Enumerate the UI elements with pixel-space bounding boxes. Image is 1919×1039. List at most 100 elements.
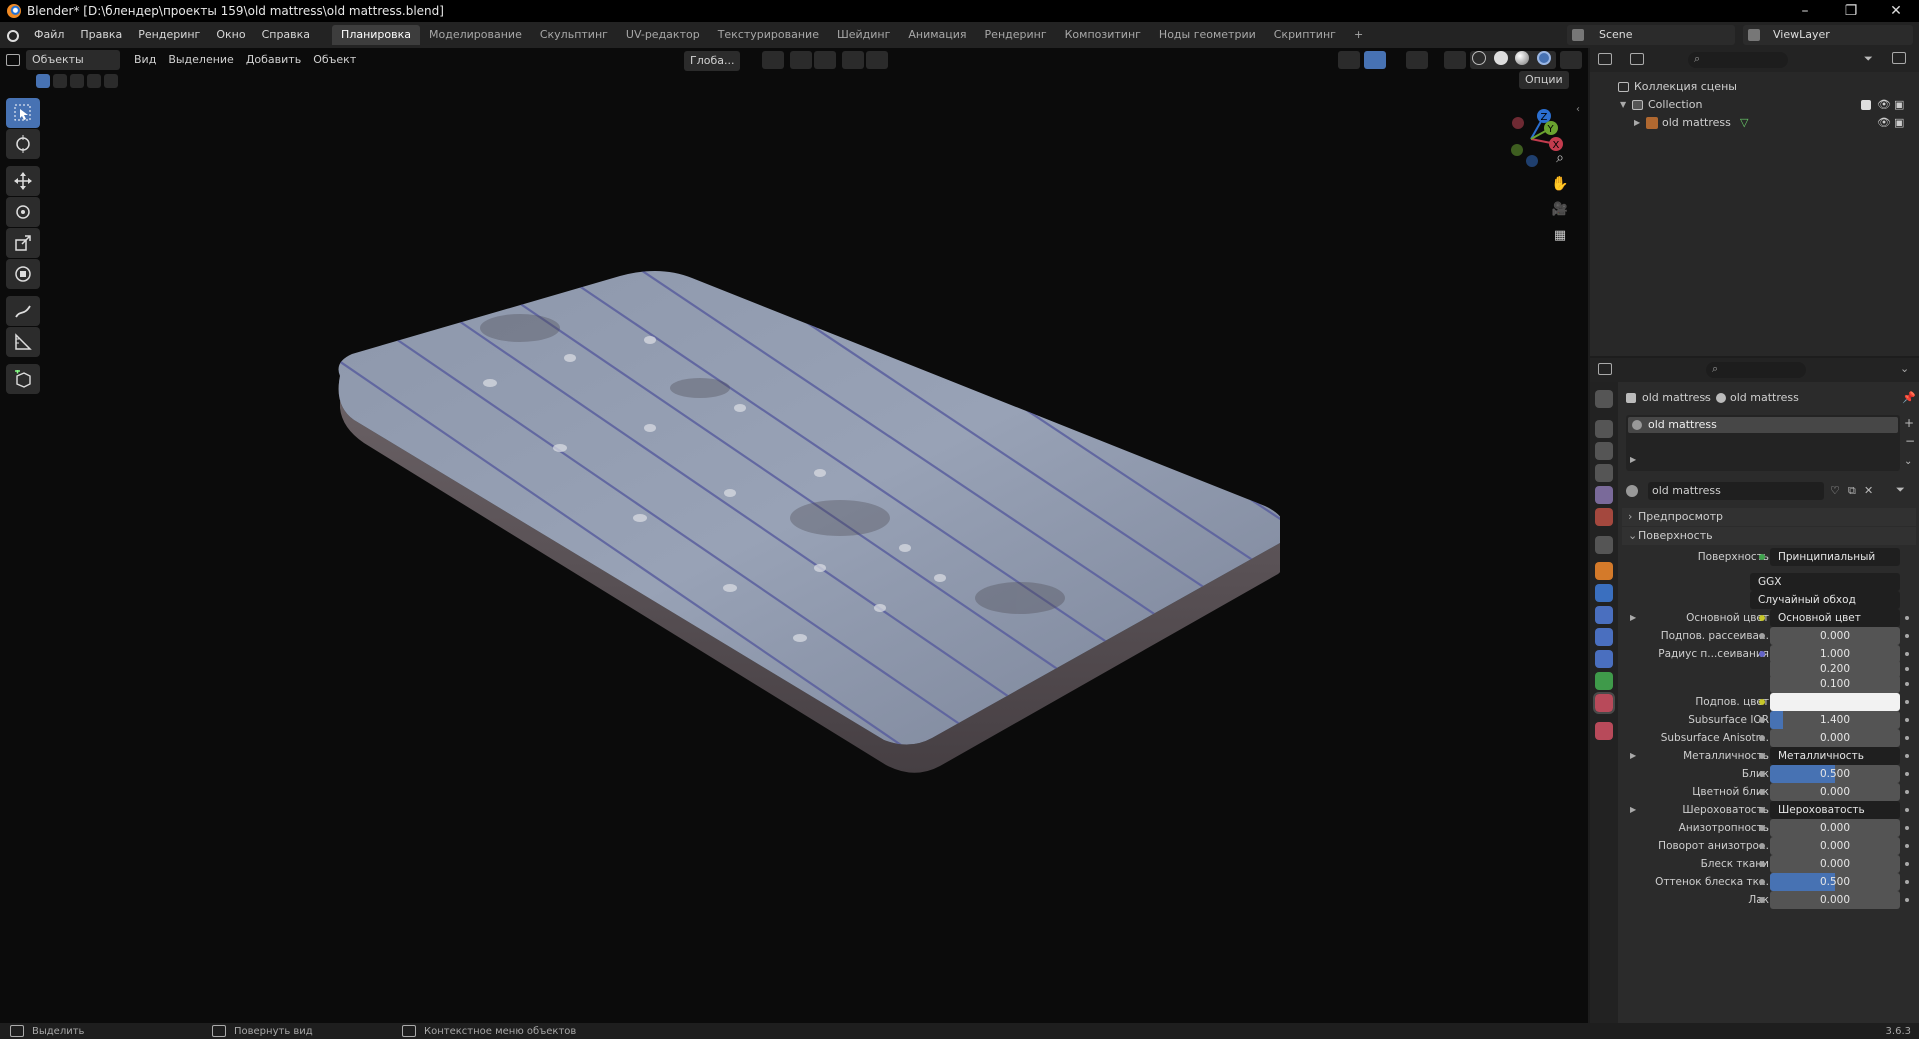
param-number-field[interactable]: 0.000	[1770, 783, 1900, 801]
param-socket-dot[interactable]	[1759, 717, 1765, 723]
material-slot-item[interactable]: old mattress	[1628, 417, 1898, 433]
constraints-tab-icon[interactable]	[1595, 650, 1613, 668]
expand-chevron-icon[interactable]: ▶	[1630, 455, 1636, 464]
maximize-button[interactable]: ❐	[1828, 0, 1874, 22]
select-box-tool[interactable]	[6, 98, 40, 128]
render-tab-icon[interactable]	[1595, 420, 1613, 438]
mode-selector[interactable]: Объекты	[26, 50, 120, 70]
close-window-button[interactable]: ✕	[1873, 0, 1919, 22]
scene-tab-icon[interactable]	[1595, 486, 1613, 504]
visibility-eye-icon[interactable]: 👁	[1877, 114, 1891, 132]
zoom-icon[interactable]: ⌕	[1548, 146, 1572, 170]
collection-tab-icon[interactable]	[1595, 536, 1613, 554]
workspace-tab-scripting[interactable]: Скриптинг	[1265, 25, 1345, 45]
material-tab-icon[interactable]	[1593, 692, 1615, 714]
param-number-field[interactable]: 0.000	[1770, 855, 1900, 873]
options-dropdown[interactable]: Опции	[1519, 71, 1569, 89]
remove-slot-icon[interactable]: −	[1905, 434, 1915, 448]
perspective-grid-icon[interactable]: ▦	[1548, 224, 1572, 248]
surface-shader-field[interactable]: Принципиальный BSDF	[1770, 548, 1900, 566]
menu-view[interactable]: Вид	[128, 50, 162, 70]
pivot-point-button[interactable]	[762, 51, 784, 69]
param-number-field[interactable]: 0.000	[1770, 627, 1900, 645]
keyframe-dot-icon[interactable]	[1905, 616, 1909, 620]
data-tab-icon[interactable]	[1595, 672, 1613, 690]
properties-search-input[interactable]: ⌕	[1706, 362, 1806, 378]
filter-icon[interactable]: ⏷	[1864, 52, 1873, 66]
outliner-row-scene-collection[interactable]: Коллекция сцены	[1590, 78, 1919, 96]
param-socket-dot[interactable]	[1759, 651, 1765, 657]
wireframe-shading-icon[interactable]	[1472, 51, 1486, 65]
menu-help[interactable]: Справка	[254, 25, 318, 45]
material-name-field[interactable]: old mattress	[1648, 482, 1824, 500]
pause-render-button[interactable]	[1560, 51, 1582, 69]
workspace-tab-animation[interactable]: Анимация	[899, 25, 975, 45]
shader-socket-dot[interactable]	[1759, 554, 1765, 560]
param-socket-dot[interactable]	[1759, 825, 1765, 831]
render-camera-icon[interactable]: ▣	[1894, 114, 1904, 132]
distribution-dropdown[interactable]: GGX	[1750, 573, 1900, 591]
workspace-tab-compositing[interactable]: Композитинг	[1056, 25, 1150, 45]
keyframe-dot-icon[interactable]	[1905, 808, 1909, 812]
add-slot-icon[interactable]: +	[1904, 416, 1914, 430]
keyframe-dot-icon[interactable]	[1905, 898, 1909, 902]
view-layer-tab-icon[interactable]	[1595, 464, 1613, 482]
param-socket-dot[interactable]	[1759, 897, 1765, 903]
outliner-search-input[interactable]: ⌕	[1688, 52, 1788, 68]
workspace-tab-modeling[interactable]: Моделирование	[420, 25, 531, 45]
add-cube-tool[interactable]	[6, 364, 40, 394]
menu-select[interactable]: Выделение	[162, 50, 240, 70]
expand-chevron-icon[interactable]: ▶	[1634, 114, 1640, 132]
transform-tool[interactable]	[6, 259, 40, 289]
new-collection-icon[interactable]	[1892, 52, 1906, 64]
view-layer-selector[interactable]: ViewLayer	[1743, 25, 1913, 45]
menu-file[interactable]: Файл	[26, 25, 72, 45]
material-browse-icon[interactable]	[1626, 485, 1638, 497]
keyframe-dot-icon[interactable]	[1905, 790, 1909, 794]
keyframe-dot-icon[interactable]	[1905, 844, 1909, 848]
texture-tab-icon[interactable]	[1595, 722, 1613, 740]
param-number-field[interactable]: 1.400	[1770, 711, 1900, 729]
old-mattress-model[interactable]	[320, 268, 1280, 968]
param-link-field[interactable]: Металличность	[1770, 747, 1900, 765]
solid-shading-icon[interactable]	[1493, 51, 1508, 65]
keyframe-dot-icon[interactable]	[1905, 826, 1909, 830]
param-number-field[interactable]: 0.000	[1770, 837, 1900, 855]
keyframe-dot-icon[interactable]	[1905, 634, 1909, 638]
duplicate-material-icon[interactable]: ⧉	[1848, 484, 1856, 498]
editor-type-icon[interactable]	[0, 50, 26, 70]
param-number-field[interactable]: 0.500	[1770, 765, 1900, 783]
visibility-button[interactable]	[1338, 51, 1360, 69]
param-color-swatch[interactable]	[1770, 693, 1900, 711]
pin-icon[interactable]: 📌	[1902, 389, 1916, 407]
param-socket-dot[interactable]	[1759, 789, 1765, 795]
outliner-editor-type-icon[interactable]	[1598, 53, 1612, 65]
particles-tab-icon[interactable]	[1595, 606, 1613, 624]
camera-view-icon[interactable]: 🎥	[1548, 198, 1572, 222]
keyframe-dot-icon[interactable]	[1905, 667, 1909, 671]
expand-chevron-icon[interactable]: ▶	[1630, 801, 1636, 819]
properties-editor-type-icon[interactable]	[1598, 363, 1612, 375]
param-number-field[interactable]: 0.000	[1770, 729, 1900, 747]
expand-chevron-icon[interactable]: ▼	[1620, 96, 1626, 114]
visibility-eye-icon[interactable]: 👁	[1877, 96, 1891, 114]
param-link-field[interactable]: Основной цвет	[1770, 609, 1900, 627]
exclude-checkbox[interactable]	[1861, 100, 1871, 110]
overlays-button[interactable]	[1406, 51, 1428, 69]
blender-menu-icon[interactable]	[0, 29, 26, 42]
rendered-shading-icon[interactable]	[1536, 51, 1551, 65]
menu-add[interactable]: Добавить	[240, 50, 307, 70]
snap-button[interactable]	[790, 51, 812, 69]
surface-panel-header[interactable]: ⌄ Поверхность	[1622, 527, 1916, 545]
keyframe-dot-icon[interactable]	[1905, 772, 1909, 776]
select-extend-icon[interactable]	[53, 74, 67, 88]
workspace-tab-uv-editor[interactable]: UV-редактор	[617, 25, 709, 45]
render-camera-icon[interactable]: ▣	[1894, 96, 1904, 114]
keyframe-dot-icon[interactable]	[1905, 862, 1909, 866]
rotate-tool[interactable]	[6, 197, 40, 227]
gizmo-toggle-button[interactable]	[1364, 51, 1386, 69]
workspace-tab-texturing[interactable]: Текстурирование	[709, 25, 828, 45]
param-number-field[interactable]: 0.000	[1770, 891, 1900, 909]
workspace-tab-shading[interactable]: Шейдинг	[828, 25, 899, 45]
param-socket-dot[interactable]	[1759, 633, 1765, 639]
